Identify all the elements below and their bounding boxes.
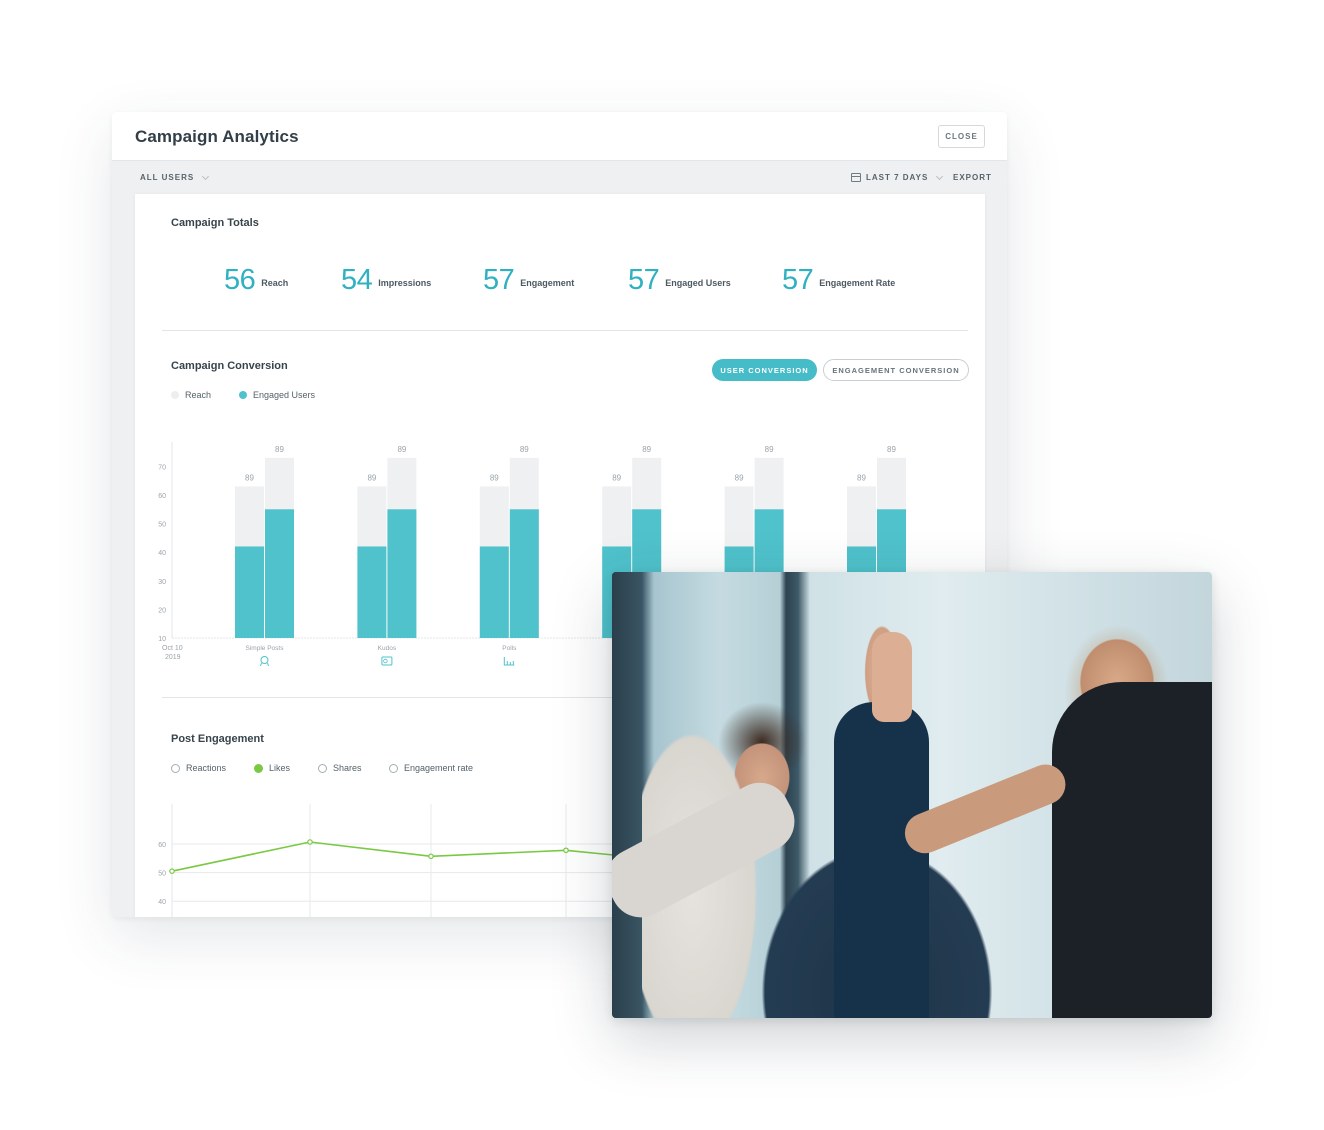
radio-icon [318,763,327,773]
option-reactions[interactable]: Reactions [171,763,226,773]
total-reach: 56 Reach [224,264,288,297]
kudos-card-detail [383,658,388,664]
campaign-conversion-title: Campaign Conversion [171,360,288,372]
audience-filter-label: ALL USERS [140,173,195,182]
total-label: Engagement Rate [819,278,896,288]
team-high-five-photo [612,572,1212,1018]
bar-engaged-users [479,546,509,638]
total-label: Impressions [378,278,432,288]
likes-data-point [428,853,434,860]
hands [872,632,912,722]
person-top [1052,682,1212,1018]
bar-engaged-users [265,509,294,638]
bar-value-label: 89 [642,445,651,454]
poll-chart-icon [503,657,515,666]
calendar-icon [851,173,861,182]
export-button[interactable]: EXPORT [953,173,992,182]
total-value: 57 [628,264,660,296]
y-tick-label: 70 [158,464,166,471]
bar-value-label: 89 [857,473,866,482]
total-value: 57 [483,264,515,296]
bar-value-label: 89 [735,473,744,482]
legend-swatch [171,391,179,399]
option-shares[interactable]: Shares [318,763,362,773]
likes-data-point [307,839,313,845]
y-tick-label: 50 [158,871,166,878]
option-likes[interactable]: Likes [254,763,290,773]
window-frame [612,572,642,1018]
legend-swatch [239,391,247,399]
toolbar: ALL USERS LAST 7 DAYS EXPORT [112,161,1007,194]
export-label: EXPORT [953,173,992,182]
chevron-down-icon [202,172,210,180]
audience-filter-dropdown[interactable]: ALL USERS [140,172,210,182]
total-engagement: 57 Engagement [483,264,574,297]
bar-value-label: 89 [490,473,499,482]
award-icon [260,656,269,664]
post-engagement-title: Post Engagement [171,733,264,745]
total-label: Engaged Users [665,278,731,288]
bar-engaged-users [509,509,539,638]
bar-value-label: 89 [397,445,406,454]
bar-value-label: 89 [245,473,254,482]
date-range-label: LAST 7 DAYS [866,173,929,182]
radio-selected-icon [254,763,263,773]
engagement-conversion-tab[interactable]: ENGAGEMENT CONVERSION [823,359,969,381]
total-value: 54 [341,264,373,296]
section-divider [162,330,968,331]
option-label: Shares [333,763,362,773]
x-category-label: Simple Posts [246,645,285,652]
y-tick-label: 50 [158,522,166,529]
campaign-totals-title: Campaign Totals [171,217,259,229]
chevron-down-icon [936,172,944,180]
total-engaged-users: 57 Engaged Users [628,264,731,297]
bar-value-label: 89 [367,473,376,482]
likes-data-point [563,847,569,854]
y-tick-label: 60 [158,842,166,849]
total-value: 56 [224,264,256,296]
y-tick-label: 40 [158,899,166,906]
bar-engaged-users [387,509,417,638]
y-tick-label: 10 [158,636,166,643]
legend-label: Reach [185,390,212,400]
user-conversion-tab[interactable]: USER CONVERSION [712,359,817,381]
bar-engaged-users [357,546,387,638]
bar-engaged-users [235,546,264,638]
total-label: Reach [261,278,289,288]
bar-value-label: 89 [520,445,529,454]
total-label: Engagement [520,278,575,288]
option-label: Likes [269,763,291,773]
close-button[interactable]: CLOSE [938,125,985,148]
x-start-label: Oct 10 [162,645,183,652]
total-impressions: 54 Impressions [341,264,431,297]
legend-item-reach: Reach [171,390,211,400]
date-range-dropdown[interactable]: LAST 7 DAYS [851,172,944,182]
y-tick-label: 30 [158,579,166,586]
x-start-label: 2019 [165,654,181,661]
bar-value-label: 89 [887,445,896,454]
radio-icon [389,763,398,773]
likes-line [171,841,613,872]
radio-icon [171,763,180,773]
total-value: 57 [782,264,814,296]
bar-value-label: 89 [612,473,621,482]
legend-label: Engaged Users [253,390,316,400]
window-header: Campaign Analytics CLOSE [112,112,1007,161]
option-label: Engagement rate [404,763,474,773]
y-tick-label: 60 [158,493,166,500]
total-engagement-rate: 57 Engagement Rate [782,264,895,297]
bar-value-label: 89 [765,445,774,454]
option-engagement-rate[interactable]: Engagement rate [389,763,473,773]
person-shirt [834,702,929,1018]
y-tick-label: 40 [158,550,166,557]
x-category-label: Polls [502,645,517,652]
x-category-label: Kudos [378,645,397,652]
bar-value-label: 89 [275,445,284,454]
campaign-totals: 56 Reach 54 Impressions 57 Engagement 57… [135,264,985,304]
page-title: Campaign Analytics [135,127,299,146]
y-tick-label: 20 [158,607,166,614]
option-label: Reactions [186,763,227,773]
legend-item-engaged-users: Engaged Users [239,390,315,400]
likes-data-point [169,868,175,874]
